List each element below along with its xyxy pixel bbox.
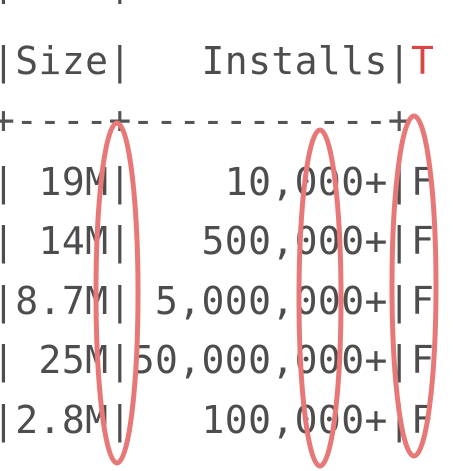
cell-next: F (411, 160, 435, 204)
table-row: | 14M| 500,000+|F (0, 219, 435, 263)
cell-size: 19M (15, 160, 109, 204)
cell-next: F (411, 219, 435, 263)
cell-installs: 100,000+ (131, 398, 388, 442)
separator-text: +----+-----------+ (0, 98, 412, 142)
cell-installs: 500,000+ (131, 219, 388, 263)
table-row: |8.7M| 5,000,000+|F (0, 279, 435, 323)
cell-size: 8.7M (15, 279, 109, 323)
cell-next: F (411, 279, 435, 323)
header-size: Size (15, 39, 109, 83)
terminal-output: +----+---------- |Size| Installs|T +----… (0, 0, 468, 471)
cell-size: 25M (15, 338, 109, 382)
cell-next: F (411, 338, 435, 382)
table-separator: +----+-----------+ (0, 101, 411, 139)
cell-size: 14M (15, 219, 109, 263)
cell-installs: 50,000,000+ (131, 338, 388, 382)
cell-installs: 10,000+ (131, 160, 388, 204)
header-installs: Installs (201, 39, 388, 83)
table-top-border: +----+---------- (0, 0, 364, 12)
header-next-column: T (411, 39, 435, 83)
table-row: | 19M| 10,000+|F (0, 160, 435, 204)
table-row: |2.8M| 100,000+|F (0, 398, 435, 442)
table-header-row: |Size| Installs|T (0, 39, 435, 83)
cell-next: F (411, 398, 435, 442)
border-text: +----+---------- (0, 0, 364, 15)
cell-size: 2.8M (15, 398, 109, 442)
cell-installs: 5,000,000+ (131, 279, 388, 323)
table-row: | 25M|50,000,000+|F (0, 338, 435, 382)
